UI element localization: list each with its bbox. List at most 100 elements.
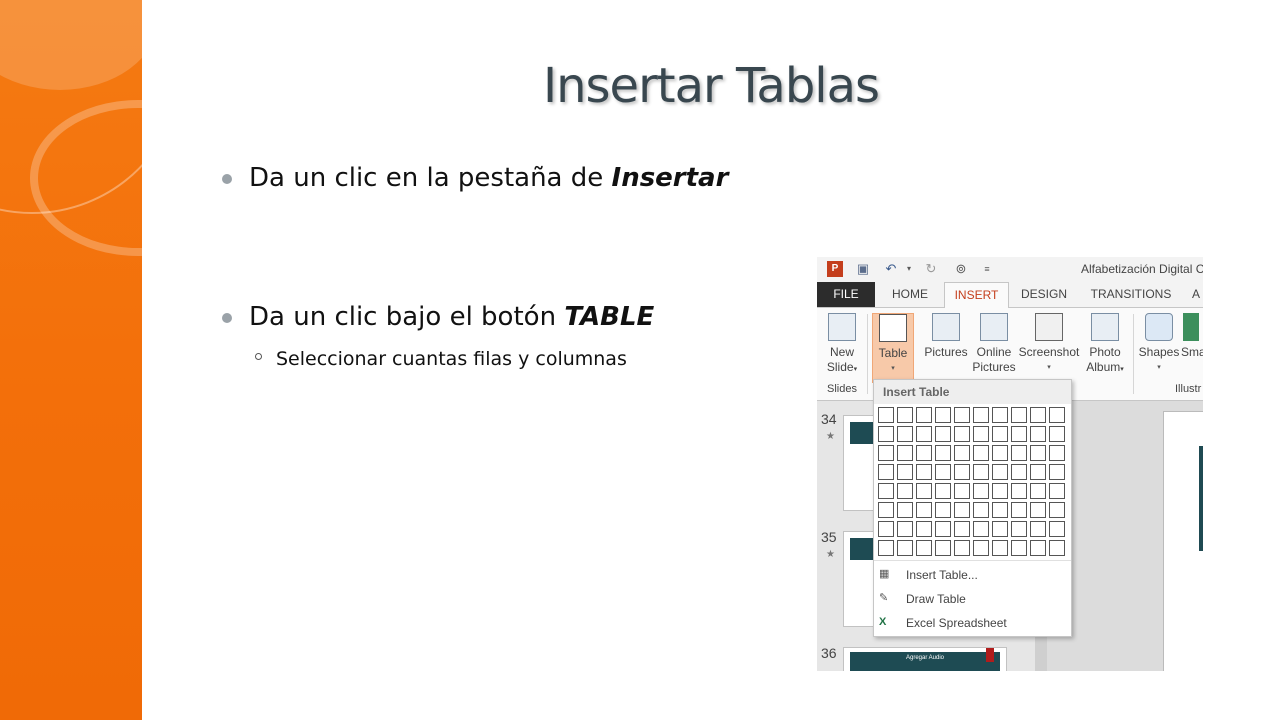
save-icon[interactable]: ▣ — [855, 261, 871, 277]
table-grid-cell[interactable] — [1049, 540, 1065, 556]
tab-transitions[interactable]: TRANSITIONS — [1081, 282, 1181, 307]
table-grid-cell[interactable] — [1011, 502, 1027, 518]
table-grid-cell[interactable] — [1030, 521, 1046, 537]
table-grid-cell[interactable] — [954, 464, 970, 480]
table-grid-cell[interactable] — [935, 540, 951, 556]
table-grid-cell[interactable] — [878, 407, 894, 423]
online-pictures-button[interactable]: Online Pictures — [972, 313, 1016, 375]
table-grid-cell[interactable] — [916, 464, 932, 480]
table-grid-cell[interactable] — [1011, 483, 1027, 499]
customize-qat-icon[interactable]: ≡ — [979, 261, 995, 277]
slide-thumbnail-36[interactable]: Agregar Audio — [843, 647, 1007, 671]
table-grid-cell[interactable] — [878, 540, 894, 556]
table-grid-cell[interactable] — [954, 407, 970, 423]
pictures-button[interactable]: Pictures — [921, 313, 971, 360]
table-grid-cell[interactable] — [897, 483, 913, 499]
table-grid-cell[interactable] — [1011, 464, 1027, 480]
tab-animations[interactable]: A — [1189, 282, 1203, 307]
table-grid-cell[interactable] — [897, 445, 913, 461]
excel-spreadsheet-menu-item[interactable]: X Excel Spreadsheet — [874, 612, 1071, 634]
table-grid-cell[interactable] — [1049, 464, 1065, 480]
table-grid-cell[interactable] — [935, 464, 951, 480]
table-grid-cell[interactable] — [992, 445, 1008, 461]
present-icon[interactable]: ⊚ — [953, 261, 969, 277]
tab-insert[interactable]: INSERT — [944, 282, 1009, 309]
table-grid-cell[interactable] — [878, 426, 894, 442]
table-grid-cell[interactable] — [973, 483, 989, 499]
table-grid-cell[interactable] — [992, 464, 1008, 480]
table-grid-cell[interactable] — [1030, 540, 1046, 556]
redo-icon[interactable]: ↻ — [923, 261, 939, 277]
table-grid-cell[interactable] — [1011, 407, 1027, 423]
new-slide-button[interactable]: New Slide▾ — [821, 313, 863, 377]
table-grid-cell[interactable] — [897, 464, 913, 480]
table-grid-cell[interactable] — [1030, 483, 1046, 499]
table-grid-cell[interactable] — [897, 426, 913, 442]
undo-dropdown-icon[interactable]: ▾ — [901, 261, 917, 277]
table-grid-cell[interactable] — [1011, 521, 1027, 537]
table-grid-cell[interactable] — [916, 540, 932, 556]
table-grid-cell[interactable] — [1030, 426, 1046, 442]
screenshot-button[interactable]: Screenshot ▾ — [1017, 313, 1081, 375]
table-grid-cell[interactable] — [935, 521, 951, 537]
table-grid-cell[interactable] — [935, 502, 951, 518]
table-button[interactable]: Table ▾ — [872, 313, 914, 383]
table-grid-cell[interactable] — [897, 540, 913, 556]
table-grid-cell[interactable] — [1049, 483, 1065, 499]
smartart-button[interactable]: Sma — [1181, 313, 1203, 360]
table-grid-cell[interactable] — [935, 407, 951, 423]
table-grid-cell[interactable] — [878, 445, 894, 461]
table-grid-cell[interactable] — [878, 521, 894, 537]
table-grid-cell[interactable] — [954, 521, 970, 537]
table-grid-cell[interactable] — [954, 426, 970, 442]
table-grid-cell[interactable] — [897, 502, 913, 518]
table-grid-cell[interactable] — [916, 502, 932, 518]
table-grid-cell[interactable] — [897, 407, 913, 423]
table-grid-cell[interactable] — [973, 540, 989, 556]
table-grid-cell[interactable] — [897, 521, 913, 537]
insert-table-menu-item[interactable]: ▦ Insert Table... — [874, 564, 1071, 586]
draw-table-menu-item[interactable]: ✎ Draw Table — [874, 588, 1071, 610]
tab-design[interactable]: DESIGN — [1011, 282, 1077, 307]
table-grid-cell[interactable] — [954, 540, 970, 556]
table-grid-cell[interactable] — [992, 426, 1008, 442]
table-grid-cell[interactable] — [935, 445, 951, 461]
table-grid-cell[interactable] — [954, 445, 970, 461]
table-grid-cell[interactable] — [973, 426, 989, 442]
table-grid-cell[interactable] — [916, 445, 932, 461]
table-grid-cell[interactable] — [992, 407, 1008, 423]
table-grid-cell[interactable] — [992, 483, 1008, 499]
table-grid-cell[interactable] — [992, 540, 1008, 556]
table-grid-cell[interactable] — [973, 521, 989, 537]
table-grid-cell[interactable] — [973, 464, 989, 480]
table-grid-cell[interactable] — [1049, 502, 1065, 518]
photo-album-button[interactable]: Photo Album▾ — [1081, 313, 1129, 377]
table-grid-cell[interactable] — [1030, 407, 1046, 423]
table-grid-cell[interactable] — [1049, 445, 1065, 461]
undo-icon[interactable]: ↶ — [883, 261, 899, 277]
table-grid-cell[interactable] — [1049, 521, 1065, 537]
table-grid-cell[interactable] — [916, 426, 932, 442]
table-grid-cell[interactable] — [973, 445, 989, 461]
table-grid-cell[interactable] — [992, 502, 1008, 518]
table-grid-cell[interactable] — [954, 483, 970, 499]
table-grid-cell[interactable] — [1030, 445, 1046, 461]
table-grid-cell[interactable] — [916, 521, 932, 537]
table-grid-cell[interactable] — [878, 464, 894, 480]
table-grid-cell[interactable] — [1011, 426, 1027, 442]
table-grid-cell[interactable] — [1030, 464, 1046, 480]
shapes-button[interactable]: Shapes ▾ — [1137, 313, 1181, 375]
table-grid-cell[interactable] — [916, 407, 932, 423]
table-grid-cell[interactable] — [1049, 426, 1065, 442]
table-grid-cell[interactable] — [878, 483, 894, 499]
table-grid-cell[interactable] — [1030, 502, 1046, 518]
table-grid-cell[interactable] — [992, 521, 1008, 537]
table-grid-cell[interactable] — [973, 407, 989, 423]
table-grid-cell[interactable] — [935, 426, 951, 442]
table-grid-cell[interactable] — [935, 483, 951, 499]
table-grid-cell[interactable] — [1011, 540, 1027, 556]
table-grid-cell[interactable] — [1011, 445, 1027, 461]
table-grid-cell[interactable] — [954, 502, 970, 518]
table-grid-cell[interactable] — [1049, 407, 1065, 423]
table-grid-cell[interactable] — [878, 502, 894, 518]
